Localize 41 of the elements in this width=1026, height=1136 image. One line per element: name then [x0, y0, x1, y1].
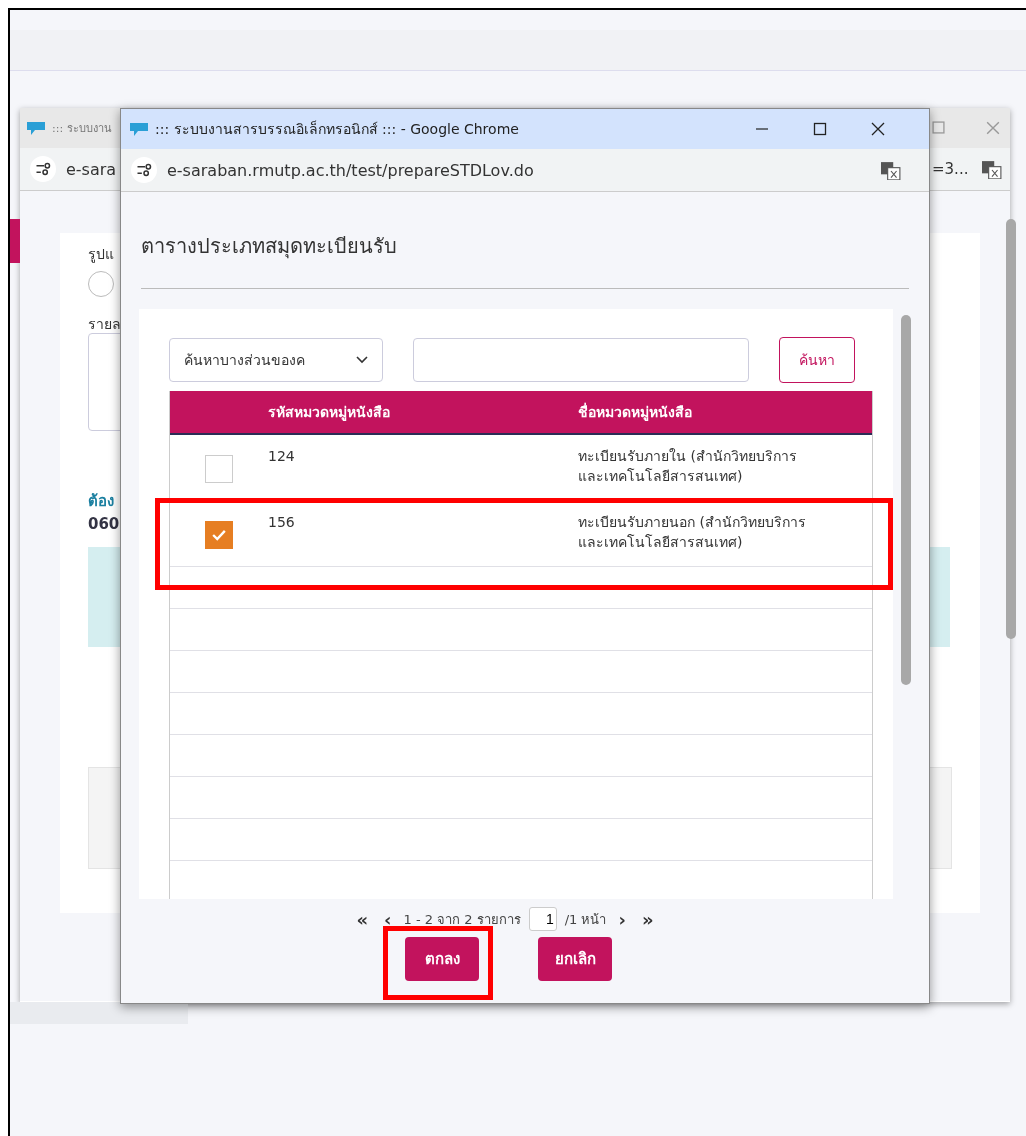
previous-page-link[interactable]: ‹ — [380, 908, 396, 930]
site-settings-icon[interactable] — [30, 156, 56, 182]
section-title: ต้อง — [88, 491, 114, 512]
row-checkbox[interactable] — [205, 455, 233, 483]
field-label: รายล — [88, 315, 121, 334]
page-count: /1 หน้า — [564, 910, 607, 929]
app-icon — [26, 120, 46, 136]
caret-icon[interactable] — [356, 356, 368, 364]
translate-icon[interactable] — [881, 162, 901, 180]
dialog-heading: ตารางประเภทสมุดทะเบียนรับ — [140, 233, 398, 261]
search-button[interactable]: ค้นหา — [779, 337, 855, 383]
translate-icon[interactable] — [982, 161, 1002, 179]
row-checkbox[interactable] — [205, 521, 233, 549]
window-title: ::: ระบบงาน — [52, 121, 112, 137]
record-count: 1 - 2 จาก 2 รายการ — [403, 910, 521, 929]
address-text[interactable]: e-sara — [66, 159, 117, 179]
close-icon[interactable] — [871, 122, 885, 136]
maximize-icon[interactable] — [813, 122, 827, 136]
table-cell-text: 156 — [268, 513, 296, 532]
column-header: รหัสหมวดหมู่หนังสือ — [268, 403, 391, 423]
first-page-link[interactable]: « — [352, 908, 373, 930]
column-header: ชื่อหมวดหมู่หนังสือ — [578, 401, 693, 423]
last-page-link[interactable]: » — [637, 908, 658, 930]
check-icon — [212, 529, 226, 541]
window-title: ::: ระบบงานสารบรรณอิเล็กทรอนิกส์ ::: - Google Chrome — [155, 119, 520, 139]
table-cell-text: ทะเบียนรับภายนอก (สำนักวิทยบริการและเทคโนโลยีสารสนเทศ) — [578, 513, 807, 552]
ok-button[interactable]: ตกลง — [405, 937, 479, 981]
site-settings-icon[interactable] — [131, 157, 157, 183]
table-cell-text: ทะเบียนรับภายใน (สำนักวิทยบริการและเทคโนโลยีสารสนเทศ) — [578, 447, 798, 486]
document-number: 060 — [88, 515, 120, 533]
address-text[interactable]: =3... — [932, 160, 969, 178]
field-label: รูปแ — [88, 245, 114, 265]
scrollbar-thumb[interactable] — [1006, 219, 1016, 639]
search-field[interactable] — [413, 338, 749, 382]
cancel-button[interactable]: ยกเลิก — [538, 937, 612, 981]
scrollbar-thumb[interactable] — [901, 315, 911, 685]
next-page-link[interactable]: › — [614, 908, 630, 930]
page-field[interactable]: 1 — [528, 907, 557, 931]
search-mode-dropdown[interactable]: ค้นหาบางส่วนของค — [169, 338, 383, 382]
table-cell-text: 124 — [268, 447, 296, 466]
app-icon — [129, 121, 149, 137]
